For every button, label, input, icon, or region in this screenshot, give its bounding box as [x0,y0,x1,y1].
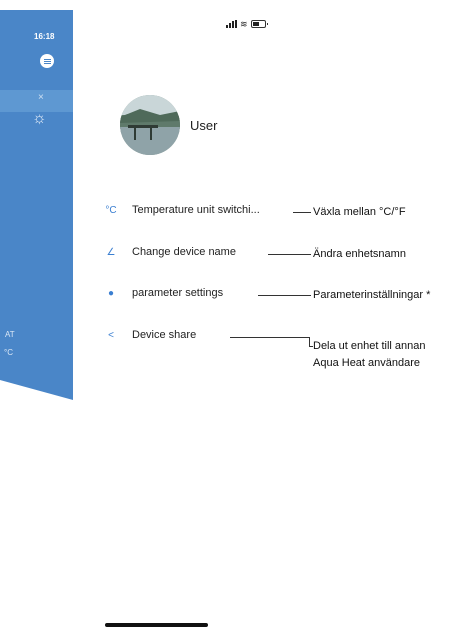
battery-icon [250,20,268,28]
annotation-device-share-line2: Aqua Heat användare [313,357,421,369]
background-label-2: °C [4,348,13,357]
annotation-temperature: Växla mellan °C/°F [313,206,406,218]
avatar[interactable] [120,95,180,155]
menu-label-parameter-settings: parameter settings [132,287,224,299]
drawer-sheet [73,0,305,630]
background-sun-icon: ☼ [32,110,47,127]
menu-item-parameter-settings[interactable]: ● parameter settings [104,287,223,299]
annotation-device-name: Ändra enhetsnamn [313,248,406,260]
background-label-1: AT [5,330,15,339]
menu-item-device-share[interactable]: < Device share [104,329,196,341]
leader-line-2 [268,254,311,255]
menu-label-temperature-unit: Temperature unit switchi... [132,204,260,216]
background-menu-icon [40,54,54,68]
annotation-device-share-line1: Dela ut enhet till annan [313,340,426,352]
background-close-icon: × [38,92,44,103]
settings-icon: ● [107,287,115,299]
status-bar: ≋ [226,19,268,29]
leader-line-4-bend [309,337,310,346]
background-band [0,90,73,112]
menu-item-change-device-name[interactable]: ∠ Change device name [104,246,236,258]
leader-line-1 [293,212,311,213]
avatar-image [120,95,180,155]
background-time: 16:18 [34,32,55,41]
leader-line-3 [258,295,311,296]
background-app-panel[interactable]: 16:18 × ☼ AT °C [0,10,73,608]
menu-item-temperature-unit[interactable]: °C Temperature unit switchi... [104,204,260,216]
menu-label-device-share: Device share [132,329,197,341]
annotation-parameter-settings: Parameterinställningar * [313,289,431,301]
wifi-icon: ≋ [240,19,248,29]
edit-icon: ∠ [106,246,116,258]
leader-line-4 [230,337,309,338]
signal-icon [226,20,237,28]
user-name: User [190,118,218,133]
temperature-icon: °C [105,204,117,216]
menu-label-change-device-name: Change device name [132,246,236,258]
home-indicator [105,623,208,627]
share-icon: < [108,329,114,341]
